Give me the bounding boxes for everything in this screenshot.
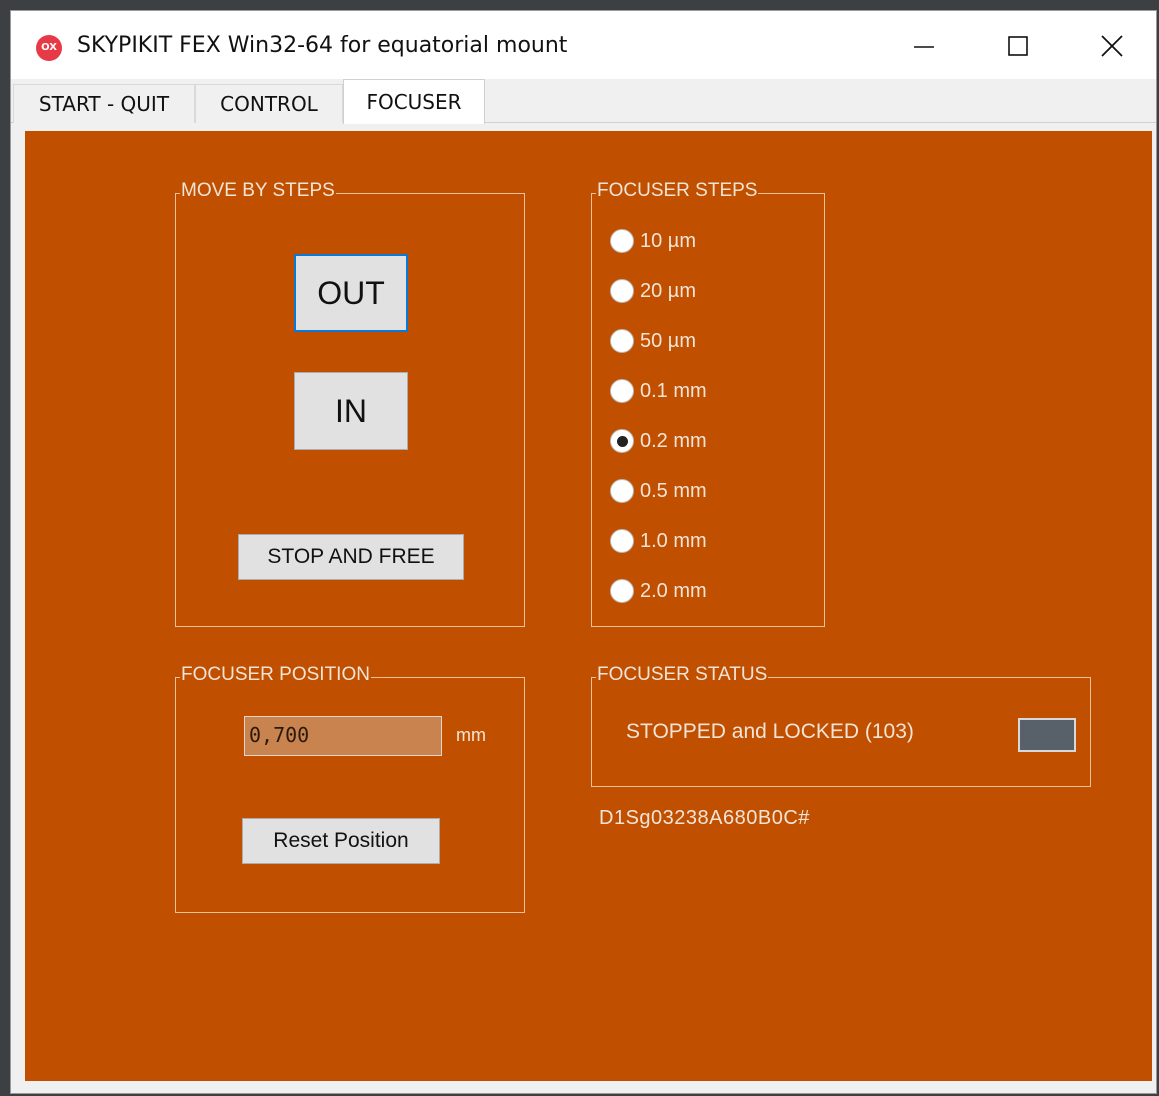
focuser-position-group: FOCUSER POSITION 0,700 mm Reset Position <box>175 664 525 913</box>
focuser-position-title: FOCUSER POSITION <box>180 664 371 686</box>
tab-start-quit[interactable]: START - QUIT <box>13 84 195 123</box>
radio-label: 0.2 mm <box>640 429 707 452</box>
radio-label: 0.1 mm <box>640 379 707 402</box>
radio-button[interactable] <box>610 329 634 353</box>
radio-label: 20 µm <box>640 279 696 302</box>
tab-focuser[interactable]: FOCUSER <box>343 79 485 124</box>
focuser-steps-group: FOCUSER STEPS 10 µm 20 µm 50 µm 0.1 mm 0… <box>591 180 825 627</box>
step-option-2-0mm[interactable]: 2.0 mm <box>610 576 707 606</box>
tab-control[interactable]: CONTROL <box>195 84 343 123</box>
reset-position-button[interactable]: Reset Position <box>242 818 440 864</box>
move-by-steps-group: MOVE BY STEPS OUT IN STOP AND FREE <box>175 180 525 627</box>
maximize-button[interactable] <box>983 23 1053 69</box>
app-logo-icon: OX <box>36 35 62 61</box>
radio-button[interactable] <box>610 279 634 303</box>
radio-button[interactable] <box>610 379 634 403</box>
position-field[interactable]: 0,700 <box>244 716 442 756</box>
step-option-1-0mm[interactable]: 1.0 mm <box>610 526 707 556</box>
radio-label: 1.0 mm <box>640 529 707 552</box>
radio-label: 10 µm <box>640 229 696 252</box>
device-id-label: D1Sg03238A680B0C# <box>599 807 810 829</box>
step-option-0-1mm[interactable]: 0.1 mm <box>610 376 707 406</box>
tab-bar: START - QUIT CONTROL FOCUSER <box>11 79 1156 124</box>
radio-label: 50 µm <box>640 329 696 352</box>
close-button[interactable] <box>1077 23 1147 69</box>
out-button[interactable]: OUT <box>294 254 408 332</box>
close-icon <box>1101 35 1123 57</box>
radio-button[interactable] <box>610 529 634 553</box>
status-text: STOPPED and LOCKED (103) <box>626 720 914 743</box>
maximize-icon <box>1008 36 1028 56</box>
radio-label: 0.5 mm <box>640 479 707 502</box>
focuser-status-group: FOCUSER STATUS STOPPED and LOCKED (103) <box>591 664 1091 787</box>
title-bar[interactable]: OX SKYPIKIT FEX Win32-64 for equatorial … <box>11 11 1156 79</box>
app-window: OX SKYPIKIT FEX Win32-64 for equatorial … <box>10 10 1157 1094</box>
move-by-steps-title: MOVE BY STEPS <box>180 180 336 202</box>
in-button[interactable]: IN <box>294 372 408 450</box>
position-unit: mm <box>456 725 486 745</box>
minimize-button[interactable] <box>889 23 959 69</box>
step-option-50um[interactable]: 50 µm <box>610 326 696 356</box>
status-indicator <box>1018 718 1076 752</box>
step-option-20um[interactable]: 20 µm <box>610 276 696 306</box>
radio-label: 2.0 mm <box>640 579 707 602</box>
window-title: SKYPIKIT FEX Win32-64 for equatorial mou… <box>77 33 568 58</box>
step-option-0-5mm[interactable]: 0.5 mm <box>610 476 707 506</box>
minimize-icon <box>914 46 934 48</box>
step-option-0-2mm[interactable]: 0.2 mm <box>610 426 707 456</box>
focuser-steps-title: FOCUSER STEPS <box>596 180 759 202</box>
stop-and-free-button[interactable]: STOP AND FREE <box>238 534 464 580</box>
step-option-10um[interactable]: 10 µm <box>610 226 696 256</box>
focuser-status-title: FOCUSER STATUS <box>596 664 769 686</box>
focuser-panel: MOVE BY STEPS OUT IN STOP AND FREE FOCUS… <box>25 131 1152 1081</box>
radio-button[interactable] <box>610 579 634 603</box>
radio-button-selected[interactable] <box>610 429 634 453</box>
radio-button[interactable] <box>610 229 634 253</box>
radio-button[interactable] <box>610 479 634 503</box>
